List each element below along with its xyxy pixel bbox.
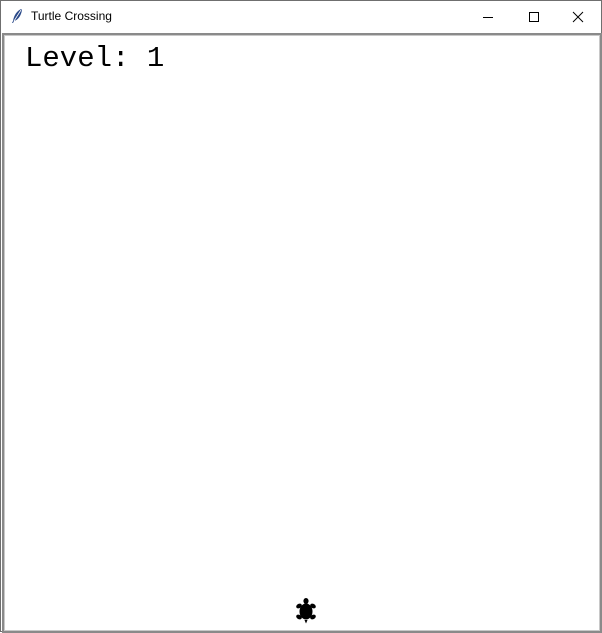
close-icon bbox=[572, 11, 584, 22]
minimize-icon bbox=[483, 16, 493, 18]
minimize-button[interactable] bbox=[465, 1, 511, 32]
app-window: Turtle Crossing Level: 1 bbox=[0, 0, 602, 633]
title-bar[interactable]: Turtle Crossing bbox=[1, 1, 601, 32]
maximize-button[interactable] bbox=[511, 1, 557, 32]
feather-icon bbox=[12, 9, 22, 23]
close-button[interactable] bbox=[555, 1, 601, 32]
window-title: Turtle Crossing bbox=[31, 9, 112, 23]
level-label: Level: bbox=[25, 42, 130, 75]
game-canvas-frame: Level: 1 bbox=[2, 33, 602, 633]
level-value: 1 bbox=[146, 42, 165, 75]
turtle-player-icon bbox=[296, 598, 316, 624]
game-canvas[interactable]: Level: 1 bbox=[7, 38, 597, 628]
maximize-icon bbox=[529, 11, 539, 22]
level-scoreboard: Level: 1 bbox=[25, 42, 164, 75]
